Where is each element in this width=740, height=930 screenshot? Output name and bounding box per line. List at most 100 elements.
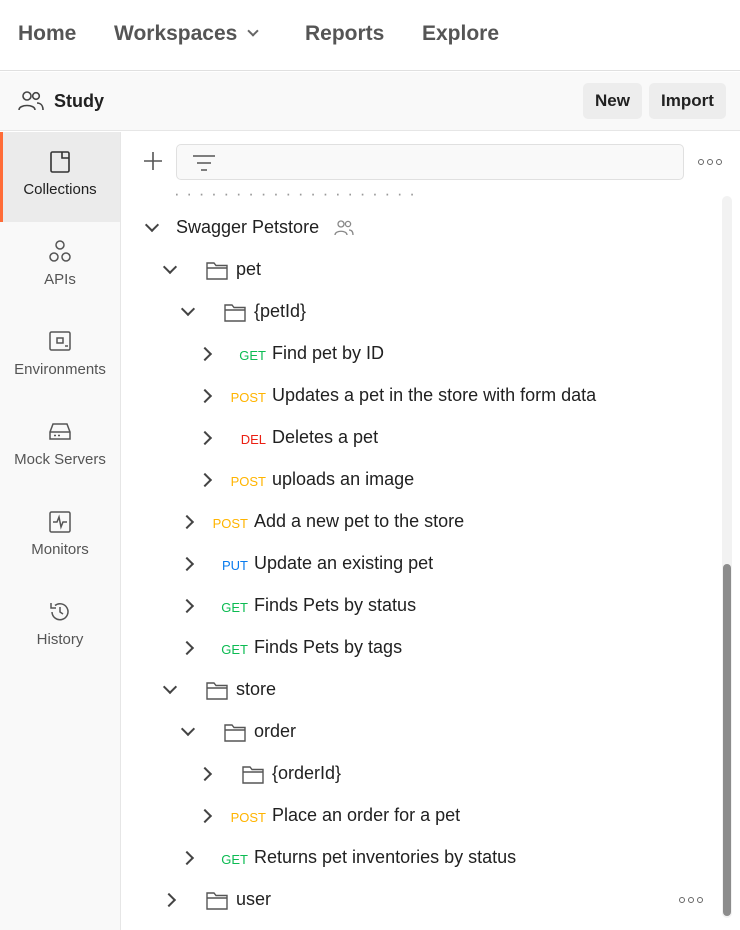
chevron-right-icon[interactable] bbox=[197, 472, 213, 488]
request-row[interactable]: GET Finds Pets by status bbox=[122, 585, 722, 627]
request-row[interactable]: POST Add a new pet to the store bbox=[122, 501, 722, 543]
request-label: Find pet by ID bbox=[272, 343, 385, 363]
sidebar-item-history[interactable]: History bbox=[0, 582, 120, 672]
workspace-header: Study New Import bbox=[0, 72, 740, 131]
chevron-down-icon[interactable] bbox=[162, 259, 178, 275]
method-badge: POST bbox=[212, 516, 248, 531]
sidebar-item-collections[interactable]: Collections bbox=[0, 132, 120, 222]
folder-label: user bbox=[236, 889, 272, 909]
plus-icon[interactable] bbox=[142, 150, 164, 172]
scrollbar-thumb[interactable] bbox=[723, 564, 731, 916]
sidebar-item-label: Collections bbox=[23, 181, 97, 198]
row-more-options-icon[interactable] bbox=[679, 897, 703, 903]
request-row[interactable]: POST Place an order for a pet bbox=[122, 795, 722, 837]
request-row[interactable]: PUT Update an existing pet bbox=[122, 543, 722, 585]
folder-icon bbox=[224, 724, 246, 742]
folder-row[interactable]: order bbox=[122, 711, 722, 753]
chevron-down-icon[interactable] bbox=[180, 721, 196, 737]
scrollbar[interactable] bbox=[722, 196, 732, 918]
team-icon bbox=[18, 91, 44, 111]
nav-workspaces-label: Workspaces bbox=[114, 22, 238, 45]
sidebar-item-mock-servers[interactable]: Mock Servers bbox=[0, 402, 120, 492]
cut-off-row: · · · · · · · · · · · · · · · · · · · · bbox=[174, 190, 416, 203]
history-icon bbox=[50, 603, 69, 621]
filter-icon bbox=[193, 155, 215, 171]
chevron-right-icon[interactable] bbox=[197, 346, 213, 362]
method-badge: POST bbox=[230, 810, 266, 825]
chevron-right-icon[interactable] bbox=[179, 598, 195, 614]
folder-row[interactable]: user bbox=[122, 879, 722, 921]
nav-workspaces[interactable]: Workspaces bbox=[114, 22, 260, 46]
import-button[interactable]: Import bbox=[649, 83, 726, 119]
method-badge: GET bbox=[221, 600, 248, 615]
folder-icon bbox=[206, 892, 228, 910]
environments-icon bbox=[49, 331, 71, 351]
folder-icon bbox=[224, 304, 246, 322]
nav-explore-label: Explore bbox=[422, 22, 500, 45]
folder-row[interactable]: {orderId} bbox=[122, 753, 722, 795]
nav-explore[interactable]: Explore bbox=[422, 22, 499, 46]
nav-home[interactable]: Home bbox=[18, 22, 76, 46]
method-badge: GET bbox=[239, 348, 266, 363]
request-label: Finds Pets by status bbox=[254, 595, 417, 615]
nav-reports[interactable]: Reports bbox=[305, 22, 384, 46]
chevron-down-icon bbox=[247, 25, 260, 37]
chevron-right-icon[interactable] bbox=[197, 766, 213, 782]
folder-row[interactable]: pet bbox=[122, 249, 722, 291]
chevron-right-icon[interactable] bbox=[161, 892, 177, 908]
request-row[interactable]: GET Returns pet inventories by status bbox=[122, 837, 722, 879]
chevron-down-icon[interactable] bbox=[180, 301, 196, 317]
folder-icon bbox=[242, 766, 264, 784]
method-badge: POST bbox=[230, 390, 266, 405]
method-badge: GET bbox=[221, 642, 248, 657]
request-label: Update an existing pet bbox=[254, 553, 434, 573]
request-label: Finds Pets by tags bbox=[254, 637, 403, 657]
new-button[interactable]: New bbox=[583, 83, 642, 119]
sidebar-item-label: Environments bbox=[14, 361, 106, 378]
shared-team-icon bbox=[334, 220, 354, 236]
chevron-right-icon[interactable] bbox=[197, 430, 213, 446]
sidebar-item-apis[interactable]: APIs bbox=[0, 222, 120, 312]
sidebar-item-label: Mock Servers bbox=[14, 451, 106, 468]
method-badge: DEL bbox=[240, 432, 266, 447]
chevron-right-icon[interactable] bbox=[179, 850, 195, 866]
request-label: Deletes a pet bbox=[272, 427, 379, 447]
chevron-right-icon[interactable] bbox=[197, 388, 213, 404]
nav-home-label: Home bbox=[18, 22, 77, 45]
request-row[interactable]: GET Find pet by ID bbox=[122, 333, 722, 375]
chevron-right-icon[interactable] bbox=[197, 808, 213, 824]
chevron-right-icon[interactable] bbox=[179, 640, 195, 656]
request-label: Updates a pet in the store with form dat… bbox=[272, 385, 597, 405]
chevron-down-icon[interactable] bbox=[144, 217, 160, 233]
chevron-down-icon[interactable] bbox=[162, 679, 178, 695]
request-row[interactable]: POST uploads an image bbox=[122, 459, 722, 501]
folder-label: order bbox=[254, 721, 297, 741]
folder-row[interactable]: {petId} bbox=[122, 291, 722, 333]
workspace-title[interactable]: Study bbox=[54, 91, 104, 112]
folder-label: pet bbox=[236, 259, 262, 279]
sidebar: Collections APIs Environments Mock Serve… bbox=[0, 132, 121, 930]
request-label: Add a new pet to the store bbox=[254, 511, 465, 531]
folder-icon bbox=[206, 262, 228, 280]
filter-input[interactable] bbox=[176, 144, 684, 180]
collection-row[interactable]: Swagger Petstore bbox=[122, 207, 722, 249]
folder-label: {petId} bbox=[254, 301, 307, 321]
request-row[interactable]: GET Finds Pets by tags bbox=[122, 627, 722, 669]
request-row[interactable]: DEL Deletes a pet bbox=[122, 417, 722, 459]
chevron-right-icon[interactable] bbox=[179, 514, 195, 530]
apis-icon bbox=[49, 240, 71, 262]
chevron-right-icon[interactable] bbox=[179, 556, 195, 572]
sidebar-item-environments[interactable]: Environments bbox=[0, 312, 120, 402]
sidebar-item-label: History bbox=[36, 631, 84, 648]
sidebar-item-monitors[interactable]: Monitors bbox=[0, 492, 120, 582]
collections-panel: · · · · · · · · · · · · · · · · · · · · … bbox=[122, 132, 740, 922]
top-navigation: Home Workspaces Reports Explore bbox=[0, 0, 740, 71]
sidebar-item-label: APIs bbox=[44, 271, 76, 288]
method-badge: GET bbox=[221, 852, 248, 867]
folder-row[interactable]: store bbox=[122, 669, 722, 711]
collection-name: Swagger Petstore bbox=[176, 217, 320, 237]
folder-label: store bbox=[236, 679, 277, 699]
method-badge: PUT bbox=[222, 558, 248, 573]
more-options-icon[interactable] bbox=[698, 159, 722, 165]
request-row[interactable]: POST Updates a pet in the store with for… bbox=[122, 375, 722, 417]
